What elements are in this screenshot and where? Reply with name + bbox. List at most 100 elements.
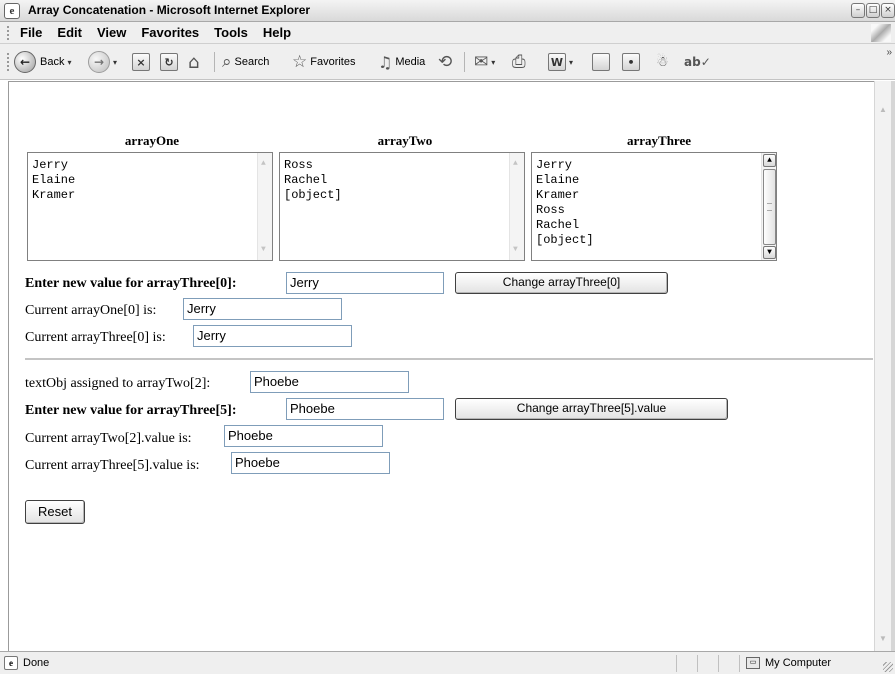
close-button[interactable]: × <box>881 3 895 18</box>
menu-help[interactable]: Help <box>263 25 291 40</box>
list-item[interactable]: Elaine <box>536 173 594 188</box>
toolbar-overflow-icon[interactable]: » <box>886 47 892 58</box>
current-array-three-label: Current arrayThree[0] is: <box>25 330 166 345</box>
mail-button[interactable]: ✉ ▾ <box>474 51 495 73</box>
list-item[interactable]: Kramer <box>536 188 594 203</box>
scroll-up-icon[interactable]: ▲ <box>763 154 776 167</box>
window-controls: – □ × <box>851 3 895 18</box>
title-bar: e Array Concatenation - Microsoft Intern… <box>0 0 895 22</box>
array-two-heading: arrayTwo <box>377 133 433 148</box>
menu-view[interactable]: View <box>97 25 126 40</box>
discuss-icon <box>592 53 610 71</box>
current-array-one-label: Current arrayOne[0] is: <box>25 303 157 318</box>
listbox-scrollbar[interactable]: ▲ ▼ <box>509 153 524 260</box>
favorites-button[interactable]: ☆ Favorites <box>292 51 356 73</box>
history-button[interactable]: ⟲ <box>438 51 452 73</box>
list-item[interactable]: Ross <box>536 203 594 218</box>
research-button[interactable]: ☃ <box>656 51 669 73</box>
listbox-scrollbar[interactable]: ▲ ▼ <box>257 153 272 260</box>
my-computer-icon: ▭ <box>746 657 760 669</box>
resize-grip[interactable] <box>883 662 893 672</box>
forward-arrow-icon: → <box>88 51 110 73</box>
toolbar-grip[interactable] <box>7 53 10 71</box>
minimize-button[interactable]: – <box>851 3 865 18</box>
array-three-listbox[interactable]: Jerry Elaine Kramer Ross Rachel [object]… <box>531 152 777 261</box>
current-array-two-field[interactable]: Phoebe <box>224 425 383 447</box>
media-button[interactable]: ♫ Media <box>378 51 425 73</box>
back-arrow-icon: ← <box>14 51 36 73</box>
media-label: Media <box>395 56 426 68</box>
new-value-input-5[interactable]: Phoebe <box>286 398 444 420</box>
stop-button[interactable]: × <box>132 51 150 73</box>
scroll-down-icon[interactable]: ▼ <box>513 242 518 257</box>
research-icon: ☃ <box>656 54 669 70</box>
back-button[interactable]: ← Back ▾ <box>14 51 71 73</box>
status-pane-divider <box>739 655 740 672</box>
search-icon: ⌕ <box>222 52 232 72</box>
mail-dropdown-icon[interactable]: ▾ <box>491 58 495 67</box>
list-item[interactable]: Jerry <box>32 158 75 173</box>
list-item[interactable]: Jerry <box>536 158 594 173</box>
refresh-icon: ↻ <box>160 53 178 71</box>
change-array-three-0-button[interactable]: Change arrayThree[0] <box>455 272 668 294</box>
refresh-button[interactable]: ↻ <box>160 51 178 73</box>
array-one-listbox[interactable]: Jerry Elaine Kramer ▲ ▼ <box>27 152 273 261</box>
back-dropdown-icon[interactable]: ▾ <box>67 58 71 67</box>
current-array-three-field[interactable]: Jerry <box>193 325 352 347</box>
change-array-three-5-button[interactable]: Change arrayThree[5].value <box>455 398 728 420</box>
list-item[interactable]: Rachel <box>536 218 594 233</box>
menu-tools[interactable]: Tools <box>214 25 248 40</box>
menu-favorites[interactable]: Favorites <box>141 25 199 40</box>
list-item[interactable]: Elaine <box>32 173 75 188</box>
menu-grip[interactable] <box>7 26 10 40</box>
array-two-listbox[interactable]: Ross Rachel [object] ▲ ▼ <box>279 152 525 261</box>
back-label: Back <box>40 56 65 68</box>
media-icon: ♫ <box>378 52 393 72</box>
list-item[interactable]: Ross <box>284 158 342 173</box>
maximize-button[interactable]: □ <box>866 3 880 18</box>
reset-button[interactable]: Reset <box>25 500 85 524</box>
search-button[interactable]: ⌕ Search <box>222 51 269 73</box>
messenger-button[interactable]: • <box>622 51 640 73</box>
favorites-star-icon: ☆ <box>292 52 308 72</box>
forward-dropdown-icon[interactable]: ▾ <box>113 58 117 67</box>
current-array-three-5-field[interactable]: Phoebe <box>231 452 390 474</box>
standard-toolbar: ← Back ▾ → ▾ × ↻ ⌂ ⌕ Search ☆ Favorites … <box>0 44 895 80</box>
forward-button[interactable]: → ▾ <box>88 51 117 73</box>
scroll-down-icon[interactable]: ▼ <box>763 246 776 259</box>
messenger-icon: • <box>622 53 640 71</box>
scroll-up-icon[interactable]: ▲ <box>513 156 518 171</box>
print-button[interactable]: ⎙ <box>512 51 526 73</box>
new-value-label-5: Enter new value for arrayThree[5]: <box>25 403 237 418</box>
scroll-up-icon[interactable]: ▲ <box>261 156 266 171</box>
toolbar-separator <box>214 52 215 72</box>
current-array-two-label: Current arrayTwo[2].value is: <box>25 431 192 446</box>
status-bar: e Done ▭ My Computer <box>0 651 895 674</box>
listbox-scrollbar[interactable]: ▲ ▼ <box>761 153 776 260</box>
list-item[interactable]: [object] <box>284 188 342 203</box>
page-scrollbar[interactable]: ▲ ▼ <box>874 81 891 651</box>
list-item[interactable]: [object] <box>536 233 594 248</box>
window-border <box>891 81 895 651</box>
new-value-input-0[interactable]: Jerry <box>286 272 444 294</box>
array-one-heading: arrayOne <box>124 133 180 148</box>
menu-edit[interactable]: Edit <box>57 25 82 40</box>
list-item[interactable]: Rachel <box>284 173 342 188</box>
spelling-button[interactable]: ab✓ <box>684 51 711 73</box>
scroll-down-icon[interactable]: ▼ <box>879 634 887 643</box>
textobj-field[interactable]: Phoebe <box>250 371 409 393</box>
edit-button[interactable]: W ▾ <box>548 51 573 73</box>
scroll-thumb[interactable] <box>763 169 776 245</box>
home-button[interactable]: ⌂ <box>188 51 199 73</box>
current-array-one-field[interactable]: Jerry <box>183 298 342 320</box>
menu-file[interactable]: File <box>20 25 42 40</box>
home-icon: ⌂ <box>188 51 200 73</box>
status-pane-divider <box>697 655 698 672</box>
scroll-up-icon[interactable]: ▲ <box>879 105 887 114</box>
discuss-button[interactable] <box>592 51 610 73</box>
mail-icon: ✉ <box>474 52 489 72</box>
edit-dropdown-icon[interactable]: ▾ <box>569 58 573 67</box>
list-item[interactable]: Kramer <box>32 188 75 203</box>
scroll-down-icon[interactable]: ▼ <box>261 242 266 257</box>
status-text: Done <box>23 657 50 669</box>
